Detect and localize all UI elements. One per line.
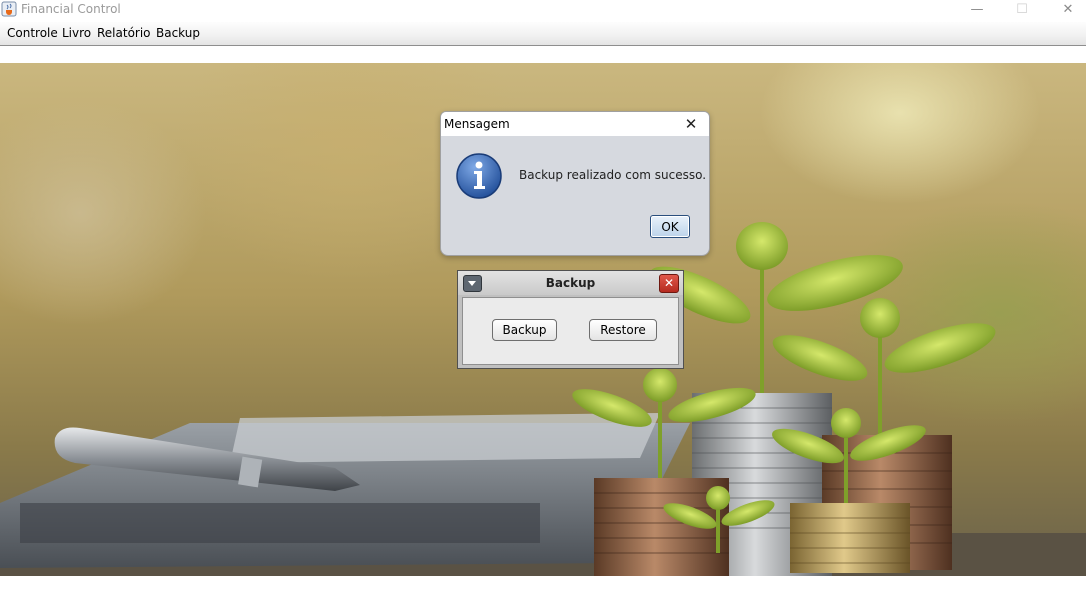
backup-frame-title: Backup xyxy=(545,276,596,290)
backup-button[interactable]: Backup xyxy=(492,319,557,341)
info-icon xyxy=(456,153,502,199)
message-dialog-titlebar[interactable]: Mensagem ✕ xyxy=(441,112,709,136)
restore-button[interactable]: Restore xyxy=(589,319,657,341)
backup-internal-frame: Backup ✕ Backup Restore xyxy=(457,270,684,369)
maximize-button[interactable]: ☐ xyxy=(999,0,1045,22)
backup-frame-titlebar[interactable]: Backup ✕ xyxy=(458,271,683,295)
menu-controle[interactable]: Controle xyxy=(7,26,58,40)
window-titlebar: Financial Control — ☐ ✕ xyxy=(0,0,1086,22)
menu-bar: Controle Livro Relatório Backup xyxy=(0,22,1086,46)
minimize-button[interactable]: — xyxy=(954,0,1000,22)
backup-frame-content: Backup Restore xyxy=(462,297,679,365)
backup-frame-close-icon[interactable]: ✕ xyxy=(659,274,679,293)
java-cup-icon xyxy=(1,1,17,17)
window-title: Financial Control xyxy=(21,2,121,16)
message-dialog-title: Mensagem xyxy=(444,117,510,131)
ok-button[interactable]: OK xyxy=(650,215,690,238)
message-text: Backup realizado com sucesso. xyxy=(519,168,707,182)
menu-relatorio[interactable]: Relatório xyxy=(97,26,151,40)
close-window-button[interactable]: ✕ xyxy=(1045,0,1086,22)
message-dialog: Mensagem ✕ Backup realizado com sucesso.… xyxy=(440,111,710,256)
menu-backup[interactable]: Backup xyxy=(156,26,200,40)
message-dialog-close-button[interactable]: ✕ xyxy=(681,115,701,133)
menu-livro[interactable]: Livro xyxy=(62,26,91,40)
